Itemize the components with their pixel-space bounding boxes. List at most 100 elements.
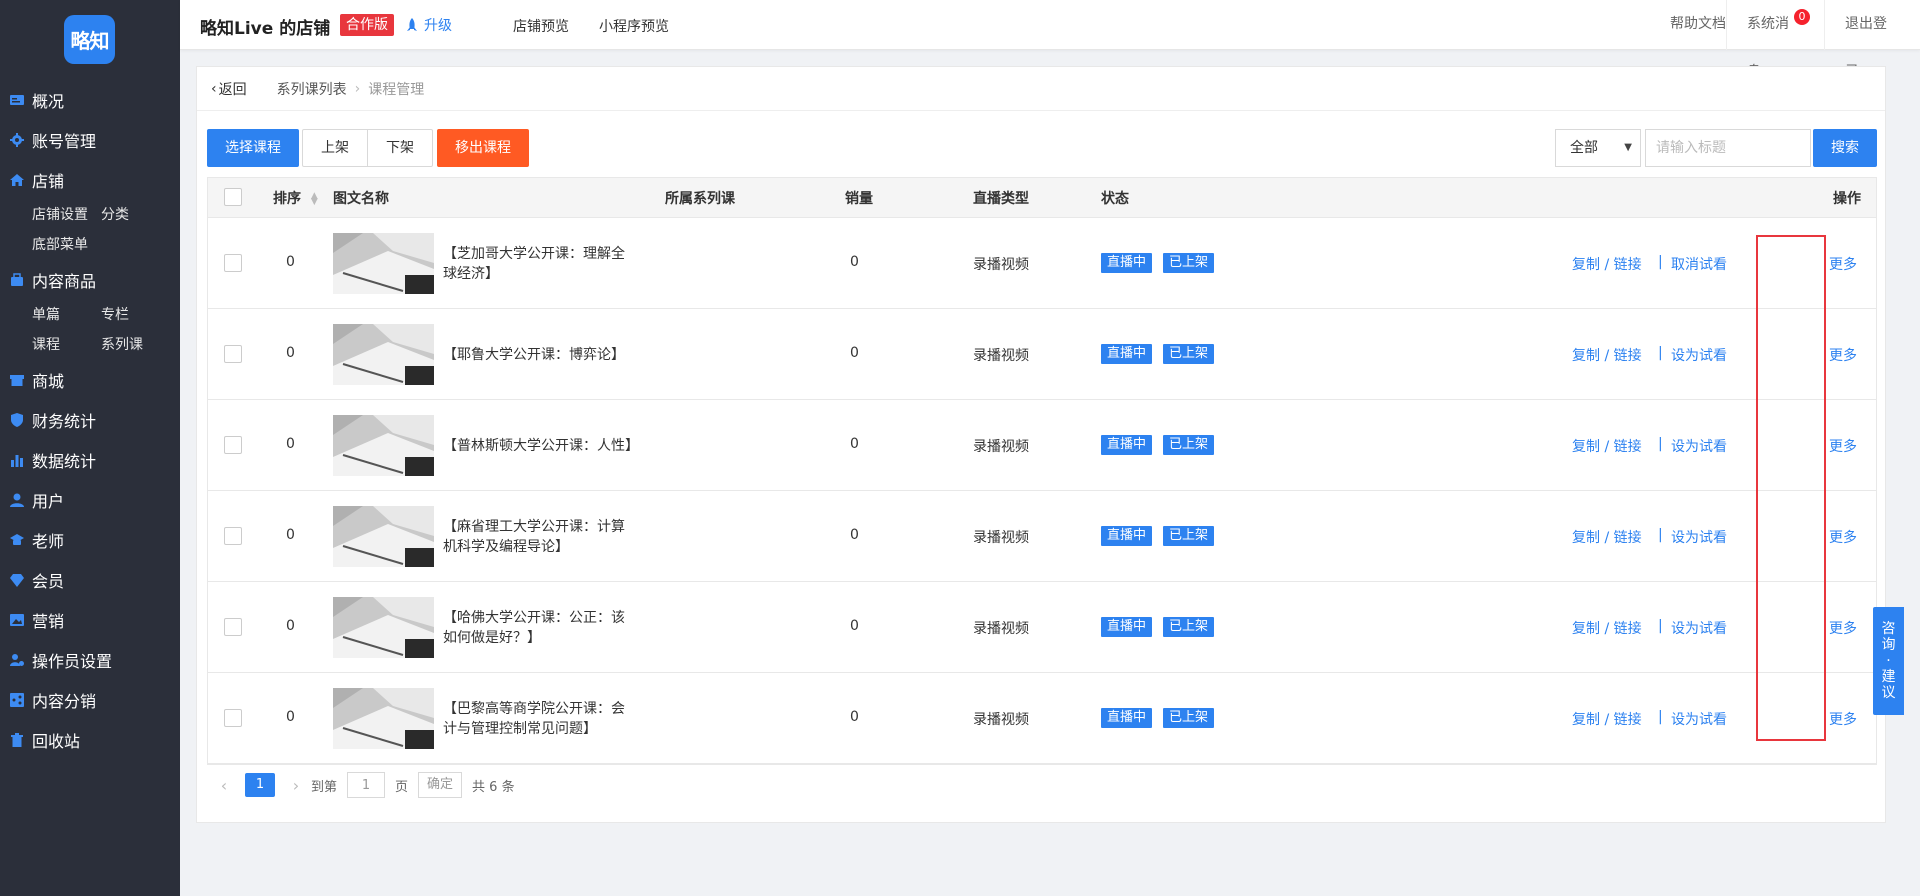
sidebar-item-members[interactable]: 会员 <box>0 560 180 600</box>
upgrade-link[interactable]: 升级 <box>405 15 452 35</box>
share-icon <box>10 693 24 707</box>
sidebar-item-mall[interactable]: 商城 <box>0 360 180 400</box>
row-checkbox[interactable] <box>224 254 242 272</box>
shop-preview-link[interactable]: 店铺预览 <box>513 16 569 36</box>
divider <box>197 110 1885 111</box>
column-sort[interactable]: 排序 ▲ ▼ <box>273 188 318 208</box>
sidebar-sub-series[interactable]: 系列课 <box>101 330 181 360</box>
sidebar-item-users[interactable]: 用户 <box>0 480 180 520</box>
more-action[interactable]: 更多 <box>1829 527 1857 547</box>
row-checkbox[interactable] <box>224 527 242 545</box>
trial-toggle-action[interactable]: 设为试看 <box>1671 345 1727 365</box>
course-thumbnail[interactable] <box>333 415 434 476</box>
total-count: 共 6 条 <box>472 779 515 795</box>
sidebar-item-label: 会员 <box>32 572 65 591</box>
course-title[interactable]: 【芝加哥大学公开课：理解全球经济】 <box>443 244 638 284</box>
sidebar-item-content[interactable]: 内容商品 <box>0 260 180 300</box>
row-checkbox[interactable] <box>224 618 242 636</box>
page-unit-label: 页 <box>395 779 409 795</box>
table-row: 0 【芝加哥大学公开课：理解全球经济】 0 录播视频 直播中 已上架 复制 / 链接 | 取消试… <box>208 218 1876 309</box>
course-thumbnail[interactable] <box>333 233 434 294</box>
sidebar-sub-category[interactable]: 分类 <box>101 200 181 230</box>
sidebar-sub-shop-settings[interactable]: 店铺设置 <box>32 200 101 230</box>
sidebar-item-shop[interactable]: 店铺 <box>0 160 180 200</box>
copy-link-action[interactable]: 复制 / 链接 <box>1572 345 1642 365</box>
sidebar-item-marketing[interactable]: 营销 <box>0 600 180 640</box>
course-title[interactable]: 【巴黎高等商学院公开课：会计与管理控制常见问题】 <box>443 699 638 739</box>
back-button[interactable]: ‹ 返回 <box>211 79 247 99</box>
course-title[interactable]: 【普林斯顿大学公开课：人性】 <box>443 436 639 456</box>
sidebar-item-data[interactable]: 数据统计 <box>0 440 180 480</box>
trial-toggle-action[interactable]: 设为试看 <box>1671 527 1727 547</box>
sidebar-item-recycle[interactable]: 回收站 <box>0 720 180 760</box>
page-current[interactable]: 1 <box>245 773 275 797</box>
page-confirm-button[interactable]: 确定 <box>418 772 463 798</box>
chevron-right-icon[interactable]: › <box>281 776 311 795</box>
live-status-badge: 直播中 <box>1101 617 1153 637</box>
course-thumbnail[interactable] <box>333 324 434 385</box>
more-action[interactable]: 更多 <box>1829 709 1857 729</box>
live-status-badge: 直播中 <box>1101 253 1153 273</box>
trial-toggle-action[interactable]: 设为试看 <box>1671 618 1727 638</box>
more-action[interactable]: 更多 <box>1829 254 1857 274</box>
listed-status-badge: 已上架 <box>1163 344 1215 364</box>
row-sales: 0 <box>850 709 859 725</box>
row-sort-value: 0 <box>286 254 295 270</box>
more-action[interactable]: 更多 <box>1829 436 1857 456</box>
row-sales: 0 <box>850 618 859 634</box>
title-search-input[interactable] <box>1645 129 1811 167</box>
listed-status-badge: 已上架 <box>1163 708 1215 728</box>
list-on-button[interactable]: 上架 <box>302 129 368 167</box>
sidebar-sub-bottom-menu[interactable]: 底部菜单 <box>32 230 101 260</box>
trial-toggle-action[interactable]: 设为试看 <box>1671 709 1727 729</box>
sidebar-item-label: 商城 <box>32 372 65 391</box>
select-course-button[interactable]: 选择课程 <box>207 129 299 167</box>
row-checkbox[interactable] <box>224 345 242 363</box>
sidebar-item-finance[interactable]: 财务统计 <box>0 400 180 440</box>
course-thumbnail[interactable] <box>333 688 434 749</box>
column-sales: 销量 <box>845 191 873 207</box>
table-row: 0 【麻省理工大学公开课：计算机科学及编程导论】 0 录播视频 直播中 已上架 复制 / 链… <box>208 491 1876 582</box>
page-jump-input[interactable] <box>347 772 386 798</box>
list-off-button[interactable]: 下架 <box>367 129 433 167</box>
live-status-badge: 直播中 <box>1101 344 1153 364</box>
copy-link-action[interactable]: 复制 / 链接 <box>1572 436 1642 456</box>
course-title[interactable]: 【哈佛大学公开课：公正：该如何做是好？】 <box>443 608 638 648</box>
sidebar-item-account[interactable]: 账号管理 <box>0 120 180 160</box>
select-all-checkbox[interactable] <box>224 188 242 206</box>
breadcrumb-parent[interactable]: 系列课列表 <box>277 79 347 99</box>
chevron-left-icon[interactable]: ‹ <box>209 776 239 795</box>
copy-link-action[interactable]: 复制 / 链接 <box>1572 254 1642 274</box>
copy-link-action[interactable]: 复制 / 链接 <box>1572 709 1642 729</box>
course-thumbnail[interactable] <box>333 506 434 567</box>
copy-link-action[interactable]: 复制 / 链接 <box>1572 527 1642 547</box>
more-action[interactable]: 更多 <box>1829 618 1857 638</box>
copy-link-action[interactable]: 复制 / 链接 <box>1572 618 1642 638</box>
system-messages-link[interactable]: 系统消息 0 <box>1726 0 1822 80</box>
trial-toggle-action[interactable]: 取消试看 <box>1671 254 1727 274</box>
app-logo[interactable]: 略知 <box>64 15 115 64</box>
sidebar-item-teachers[interactable]: 老师 <box>0 520 180 560</box>
sidebar-item-distribution[interactable]: 内容分销 <box>0 680 180 720</box>
status-filter-select[interactable]: 全部 ▼ <box>1555 129 1641 167</box>
row-checkbox[interactable] <box>224 709 242 727</box>
more-action[interactable]: 更多 <box>1829 345 1857 365</box>
sidebar-item-overview[interactable]: 概况 <box>0 80 180 120</box>
feedback-button[interactable]: 咨询·建议 <box>1873 607 1904 715</box>
miniprogram-preview-link[interactable]: 小程序预览 <box>599 16 669 36</box>
row-sales: 0 <box>850 527 859 543</box>
remove-course-button[interactable]: 移出课程 <box>437 129 529 167</box>
row-checkbox[interactable] <box>224 436 242 454</box>
top-header: 略知Live 的店铺 合作版 升级 店铺预览 小程序预览 帮助文档 系统消息 0… <box>180 0 1920 80</box>
course-title[interactable]: 【麻省理工大学公开课：计算机科学及编程导论】 <box>443 517 638 557</box>
row-sales: 0 <box>850 254 859 270</box>
sidebar-sub-course[interactable]: 课程 <box>32 330 101 360</box>
search-button[interactable]: 搜索 <box>1813 129 1877 167</box>
course-thumbnail[interactable] <box>333 597 434 658</box>
sidebar-item-operators[interactable]: 操作员设置 <box>0 640 180 680</box>
logout-link[interactable]: 退出登录 <box>1824 0 1920 80</box>
sidebar-sub-column[interactable]: 专栏 <box>101 300 181 330</box>
sidebar-sub-single[interactable]: 单篇 <box>32 300 101 330</box>
trial-toggle-action[interactable]: 设为试看 <box>1671 436 1727 456</box>
course-title[interactable]: 【耶鲁大学公开课：博弈论】 <box>443 345 638 365</box>
